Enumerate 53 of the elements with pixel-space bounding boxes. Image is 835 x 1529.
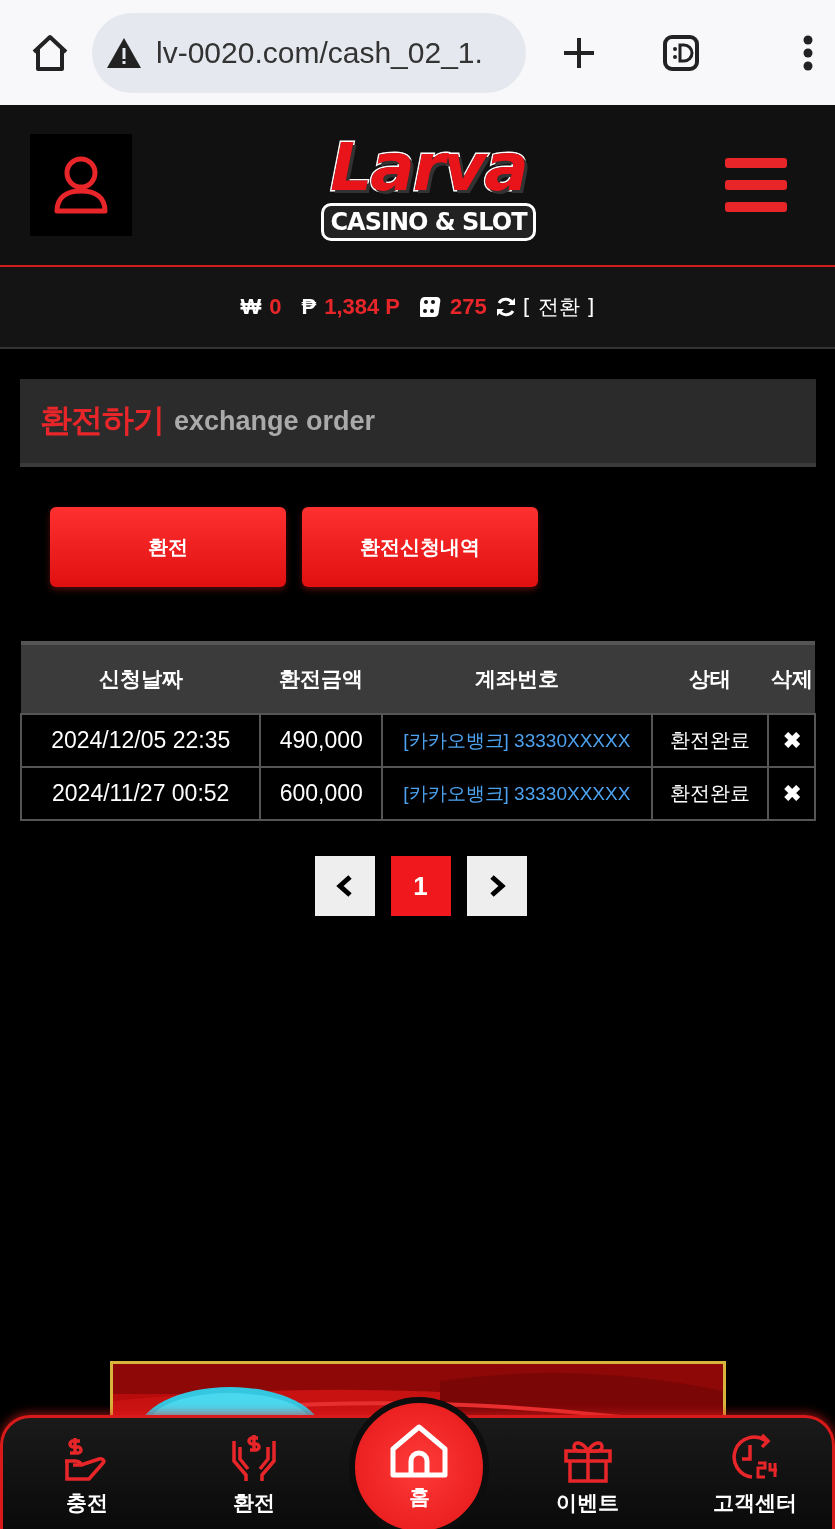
account-cell: [카카오뱅크] 33330XXXXX [382, 714, 652, 767]
url-text: lv-0020.com/cash_02_1. [156, 35, 483, 70]
nav-label: 충전 [65, 1490, 108, 1517]
delete-button[interactable]: ✖ [768, 767, 815, 820]
date-cell: 2024/12/05 22:35 [21, 714, 261, 767]
menu-icon[interactable] [725, 158, 787, 212]
nav-button[interactable]: 환전 [170, 1418, 337, 1529]
status-cell: 환전완료 [651, 714, 769, 767]
nav-button[interactable]: 이벤트 [504, 1418, 671, 1529]
column-header: 계좌번호 [382, 643, 652, 714]
page-button[interactable]: 1 [390, 856, 451, 916]
column-header: 상태 [651, 643, 769, 714]
home-nav-button[interactable]: 홈 [349, 1397, 489, 1529]
currency-symbol: ₩ [240, 294, 262, 320]
section-title: 환전하기 [40, 400, 164, 441]
refresh-icon[interactable] [494, 296, 517, 318]
exchange-button[interactable]: 환전 [50, 507, 286, 587]
nav-button[interactable]: 충전 [3, 1418, 170, 1529]
logo-title: Larva [330, 135, 527, 201]
balance-value: 1,384 P [324, 294, 401, 320]
date-cell: 2024/11/27 00:52 [21, 767, 261, 820]
nav-label: 환전 [232, 1490, 275, 1517]
account-cell: [카카오뱅크] 33330XXXXX [382, 767, 652, 820]
column-header: 환전금액 [260, 643, 382, 714]
balance-value: 0 [269, 294, 282, 320]
nav-button[interactable]: 고객센터 [671, 1418, 835, 1529]
next-page-button[interactable] [466, 856, 527, 916]
convert-button[interactable]: [ 전환 ] [522, 293, 595, 321]
dice-icon [420, 296, 443, 318]
user-button[interactable] [30, 134, 132, 236]
delete-button[interactable]: ✖ [768, 714, 815, 767]
nav-label: 홈 [408, 1484, 430, 1511]
column-header: 신청날짜 [21, 643, 261, 714]
more-icon[interactable] [803, 34, 813, 71]
history-button[interactable]: 환전신청내역 [302, 507, 538, 587]
address-bar[interactable]: lv-0020.com/cash_02_1. [92, 12, 526, 93]
logo-subtitle: CASINO & SLOT [321, 203, 536, 241]
section-subtitle: exchange order [174, 405, 376, 437]
user-icon [53, 155, 109, 215]
home-icon [389, 1423, 449, 1479]
amount-cell: 490,000 [260, 714, 382, 767]
amount-cell: 600,000 [260, 767, 382, 820]
home-icon[interactable] [30, 33, 70, 72]
status-cell: 환전완료 [651, 767, 769, 820]
column-header: 삭제 [768, 643, 815, 714]
warning-icon [106, 36, 142, 69]
nav-label: 이벤트 [556, 1490, 619, 1517]
previous-page-button[interactable] [314, 856, 375, 916]
currency-symbol: ₱ [301, 294, 317, 320]
tab-switcher-icon[interactable] [662, 33, 700, 72]
plus-icon[interactable] [562, 35, 596, 70]
nav-label: 고객센터 [712, 1490, 797, 1517]
balance-value: 275 [450, 294, 487, 320]
